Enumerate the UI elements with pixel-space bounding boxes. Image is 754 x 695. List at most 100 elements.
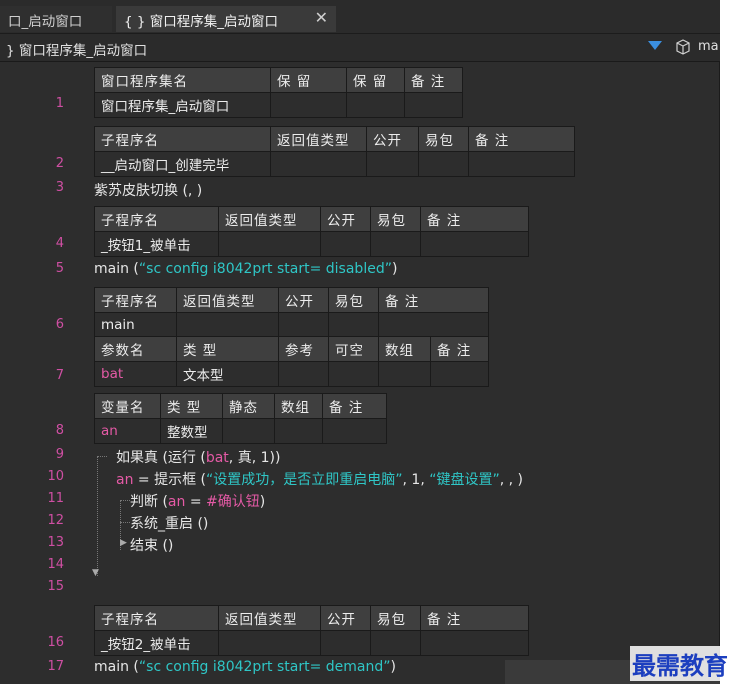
flow-line	[97, 456, 107, 457]
table-cell[interactable]: an	[94, 418, 161, 444]
brace-icon: }	[6, 43, 19, 59]
table-cell[interactable]	[370, 231, 421, 257]
table-cell[interactable]	[468, 151, 575, 177]
table-cell[interactable]: 整数型	[160, 418, 223, 444]
table-cell[interactable]	[270, 92, 347, 118]
code-editor[interactable]: 1 2 3 4 5 6 7 8 9 10 11 12 13 14 15 16 1…	[0, 62, 720, 695]
arrow-right-icon: ▶	[120, 538, 127, 548]
line-number: 1	[55, 96, 64, 111]
tab-startup-window[interactable]: 口_启动窗口	[0, 6, 112, 32]
table-cell[interactable]: 文本型	[176, 361, 279, 387]
line-number: 17	[47, 659, 64, 674]
code-line[interactable]: 结束 ()	[130, 535, 173, 555]
table-cell[interactable]	[378, 312, 489, 337]
table-header: 类 型	[160, 393, 223, 419]
table-header: 公开	[366, 126, 419, 152]
line-number: 5	[55, 261, 64, 276]
code-line[interactable]: an = 提示框 (“设置成功，是否立即重启电脑”, 1, “键盘设置”, , …	[116, 469, 523, 489]
table-header: 静态	[222, 393, 275, 419]
table-cell[interactable]	[404, 92, 463, 118]
breadcrumb-method[interactable]: ma	[698, 39, 719, 54]
table-header: 公开	[278, 287, 329, 313]
table-header: 备 注	[404, 67, 463, 93]
line-number: 6	[55, 317, 64, 332]
table-cell[interactable]	[176, 312, 279, 337]
table-cell[interactable]	[328, 312, 379, 337]
table-cell[interactable]	[222, 418, 275, 444]
arrow-down-icon: ▼	[92, 568, 99, 578]
table-cell[interactable]: _按钮1_被单击	[94, 231, 219, 257]
table-cell[interactable]: bat	[94, 361, 177, 387]
table-cell[interactable]	[278, 361, 329, 387]
table-cell[interactable]	[320, 231, 371, 257]
table-cell[interactable]	[420, 630, 529, 656]
line-number: 15	[47, 579, 64, 594]
table-cell[interactable]	[328, 361, 379, 387]
table-cell[interactable]	[320, 630, 371, 656]
subroutine-table: 子程序名 返回值类型 公开 易包 备 注 _按钮1_被单击	[94, 206, 529, 257]
table-header: 可空	[328, 336, 379, 362]
table-cell[interactable]	[218, 231, 321, 257]
line-number: 3	[55, 180, 64, 195]
table-cell[interactable]	[378, 361, 431, 387]
code-line[interactable]: 如果真 (运行 (bat, 真, 1))	[116, 447, 280, 467]
table-header: 易包	[370, 206, 421, 232]
chevron-down-icon[interactable]	[648, 41, 662, 50]
table-cell[interactable]	[274, 418, 323, 444]
watermark-logo: 最需教育	[630, 646, 730, 681]
table-header: 参考	[278, 336, 329, 362]
table-cell[interactable]	[366, 151, 419, 177]
variable-table: 变量名 类 型 静态 数组 备 注 an 整数型	[94, 393, 387, 444]
table-cell[interactable]	[370, 630, 421, 656]
line-number: 9	[55, 447, 64, 462]
code-line[interactable]: 系统_重启 ()	[130, 513, 208, 533]
subroutine-table: 子程序名 返回值类型 公开 易包 备 注 __启动窗口_创建完毕	[94, 126, 575, 177]
table-cell[interactable]	[420, 231, 529, 257]
table-header: 窗口程序集名	[94, 67, 271, 93]
table-header: 易包	[370, 605, 421, 631]
table-header: 保 留	[346, 67, 405, 93]
breadcrumb-label[interactable]: } 窗口程序集_启动窗口	[6, 39, 147, 59]
flow-line	[97, 456, 98, 576]
table-cell[interactable]	[430, 361, 489, 387]
code-line[interactable]: main (“sc config i8042prt start= demand”…	[94, 659, 396, 675]
cube-icon[interactable]	[676, 39, 690, 55]
code-line[interactable]: 判断 (an = #确认钮)	[130, 491, 265, 511]
table-cell[interactable]: _按钮2_被单击	[94, 630, 219, 656]
tab-label: 窗口程序集_启动窗口	[149, 14, 279, 30]
breadcrumb: } 窗口程序集_启动窗口 ma	[0, 34, 720, 62]
table-cell[interactable]	[418, 151, 469, 177]
tab-label: 口_启动窗口	[8, 14, 83, 30]
window-edge	[720, 0, 754, 695]
table-cell[interactable]: 窗口程序集_启动窗口	[94, 92, 271, 118]
line-number: 8	[55, 423, 64, 438]
table-header: 备 注	[430, 336, 489, 362]
table-cell[interactable]	[270, 151, 367, 177]
close-icon[interactable]: ✕	[315, 8, 328, 27]
main-subroutine-table: 子程序名 返回值类型 公开 易包 备 注 main 参数名 类 型 参考 可空 …	[94, 287, 489, 387]
line-number: 4	[55, 236, 64, 251]
tab-bar: 口_启动窗口 { } 窗口程序集_启动窗口 ✕	[0, 0, 720, 34]
table-cell[interactable]	[322, 418, 387, 444]
table-header: 变量名	[94, 393, 161, 419]
flow-line	[120, 522, 130, 523]
table-cell[interactable]: main	[94, 312, 177, 337]
line-number: 7	[55, 368, 64, 383]
code-line[interactable]: 紫苏皮肤切换 (, )	[94, 180, 202, 200]
table-cell[interactable]	[278, 312, 329, 337]
table-header: 公开	[320, 206, 371, 232]
table-header: 备 注	[378, 287, 489, 313]
table-cell[interactable]	[218, 630, 321, 656]
code-line[interactable]: main (“sc config i8042prt start= disable…	[94, 261, 397, 277]
line-number: 13	[47, 535, 64, 550]
table-header: 返回值类型	[218, 206, 321, 232]
line-number: 11	[47, 491, 64, 506]
window-edge	[0, 684, 720, 695]
table-cell[interactable]: __启动窗口_创建完毕	[94, 151, 271, 177]
table-header: 返回值类型	[218, 605, 321, 631]
table-header: 易包	[328, 287, 379, 313]
table-header: 数组	[378, 336, 431, 362]
table-header: 子程序名	[94, 206, 219, 232]
tab-assembly-startup-window[interactable]: { } 窗口程序集_启动窗口 ✕	[116, 6, 336, 32]
table-cell[interactable]	[346, 92, 405, 118]
